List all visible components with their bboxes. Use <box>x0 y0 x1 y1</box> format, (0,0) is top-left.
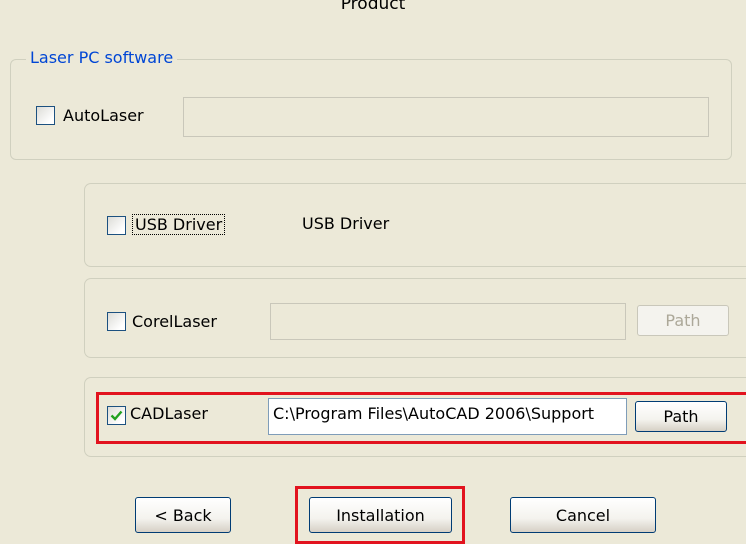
usb-driver-checkbox[interactable] <box>107 216 126 235</box>
usb-driver-label[interactable]: USB Driver <box>132 214 226 235</box>
cancel-button[interactable]: Cancel <box>510 497 656 533</box>
installer-window: Product Laser PC software AutoLaser USB … <box>0 0 746 544</box>
back-button[interactable]: < Back <box>135 497 231 533</box>
corellaser-checkbox[interactable] <box>107 312 126 331</box>
group-legend: Laser PC software <box>26 48 178 67</box>
installation-highlight-box <box>295 486 465 544</box>
autolaser-path-input[interactable] <box>183 97 709 137</box>
autolaser-label[interactable]: AutoLaser <box>63 106 144 125</box>
page-title: Product <box>340 0 406 14</box>
autolaser-checkbox[interactable] <box>36 106 55 125</box>
usb-driver-description: USB Driver <box>302 214 390 233</box>
corellaser-label[interactable]: CorelLaser <box>132 312 217 331</box>
cadlaser-highlight-box <box>96 392 746 444</box>
corellaser-path-button[interactable]: Path <box>637 305 729 336</box>
corellaser-path-input[interactable] <box>270 303 626 340</box>
